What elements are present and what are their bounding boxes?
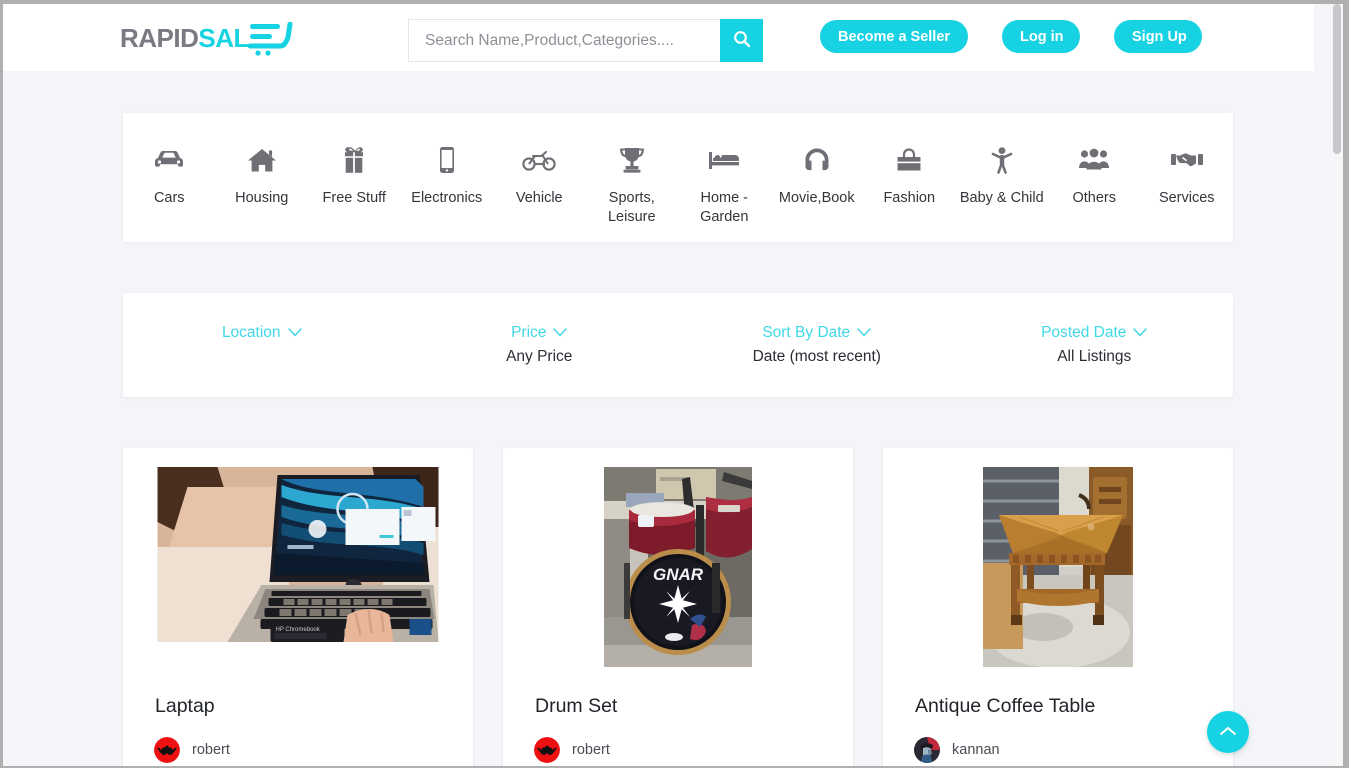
chevron-down-icon <box>553 324 568 342</box>
listing-card[interactable]: HP Chromebook Laptap robert <box>123 448 473 766</box>
filter-posted-value: All Listings <box>1057 348 1132 365</box>
category-item-baby-child[interactable]: Baby & Child <box>956 113 1049 242</box>
category-label: Fashion <box>883 190 936 206</box>
scrollbar-thumb[interactable] <box>1333 4 1341 154</box>
category-label: Services <box>1158 190 1215 206</box>
scroll-to-top-button[interactable] <box>1207 711 1249 753</box>
filter-price[interactable]: Price Any Price <box>401 293 679 397</box>
headphones-icon <box>803 143 831 177</box>
listing-seller[interactable]: robert <box>534 737 610 763</box>
listing-title: Laptap <box>155 695 215 717</box>
category-item-services[interactable]: Services <box>1141 113 1234 242</box>
trophy-icon <box>618 143 646 177</box>
category-item-electronics[interactable]: Electronics <box>401 113 494 242</box>
svg-text:HP Chromebook: HP Chromebook <box>276 627 321 633</box>
car-icon <box>153 143 185 177</box>
filter-panel: Location Price Any Price Sort By Date Da… <box>123 293 1233 397</box>
category-label: Housing <box>235 190 289 206</box>
filter-label: Price <box>511 324 547 341</box>
filter-price-header[interactable]: Price <box>511 324 568 342</box>
filter-location-header[interactable]: Location <box>222 324 302 342</box>
filter-posted-date[interactable]: Posted Date All Listings <box>956 293 1234 397</box>
category-item-sports-leisure[interactable]: Sports, Leisure <box>586 113 679 242</box>
category-item-cars[interactable]: Cars <box>123 113 216 242</box>
page-root: RAPIDSAL Search Name,Product,Categories.… <box>3 4 1314 766</box>
page-scrollbar[interactable] <box>1331 4 1343 766</box>
category-label: Vehicle <box>515 190 563 206</box>
become-a-seller-button[interactable]: Become a Seller <box>820 20 968 53</box>
search-bar <box>408 19 763 62</box>
logo-text-sale: SAL <box>198 22 249 53</box>
chevron-down-icon <box>1133 324 1148 342</box>
svg-text:GNAR: GNAR <box>653 565 704 584</box>
listing-title: Drum Set <box>535 695 618 717</box>
filter-sort-value: Date (most recent) <box>752 348 881 365</box>
filter-label: Sort By Date <box>762 324 851 341</box>
category-item-fashion[interactable]: Fashion <box>863 113 956 242</box>
listing-seller[interactable]: robert <box>154 737 230 763</box>
mobile-phone-icon <box>438 143 456 177</box>
filter-label: Location <box>221 324 281 341</box>
site-header: RAPIDSAL Search Name,Product,Categories.… <box>3 4 1314 71</box>
category-item-movie-book[interactable]: Movie,Book <box>771 113 864 242</box>
category-label: Sports, Leisure <box>607 190 656 225</box>
category-row: Cars Housing Free Stuff Electronics Vehi… <box>123 113 1233 242</box>
category-label: Free Stuff <box>322 190 386 206</box>
category-label: Baby & Child <box>959 190 1044 206</box>
chevron-down-icon <box>857 324 871 342</box>
handshake-icon <box>1170 143 1204 177</box>
coffee-table-photo <box>983 467 1133 667</box>
listing-title: Antique Coffee Table <box>915 695 1096 717</box>
category-label: Home - Garden <box>700 190 749 225</box>
search-button[interactable] <box>720 19 763 62</box>
seller-name: kannan <box>952 742 1000 758</box>
laptop-photo: HP Chromebook <box>157 467 439 642</box>
browser-viewport: RAPIDSAL Search Name,Product,Categories.… <box>3 4 1343 766</box>
category-item-home-garden[interactable]: Home - Garden <box>678 113 771 242</box>
bat-avatar <box>154 737 180 763</box>
drum-set-photo: GNAR <box>604 467 752 667</box>
listing-card[interactable]: Antique Coffee Table kannan <box>883 448 1233 766</box>
listing-grid: HP Chromebook Laptap robert GNAR Drum Se… <box>123 448 1233 766</box>
filter-sort-header[interactable]: Sort By Date <box>762 324 871 342</box>
child-icon <box>989 143 1015 177</box>
person-avatar <box>914 737 940 763</box>
log-in-button[interactable]: Log in <box>1002 20 1080 53</box>
motorcycle-icon <box>522 143 556 177</box>
bat-avatar <box>534 737 560 763</box>
category-panel: Cars Housing Free Stuff Electronics Vehi… <box>123 113 1233 242</box>
site-logo[interactable]: RAPIDSAL <box>120 16 293 60</box>
listing-seller[interactable]: kannan <box>914 737 1000 763</box>
gift-icon <box>340 143 368 177</box>
category-label: Movie,Book <box>778 190 855 206</box>
category-item-vehicle[interactable]: Vehicle <box>493 113 586 242</box>
seller-name: robert <box>572 742 610 758</box>
filter-location[interactable]: Location <box>123 293 401 397</box>
handbag-icon <box>895 143 923 177</box>
category-item-others[interactable]: Others <box>1048 113 1141 242</box>
filter-posted-header[interactable]: Posted Date <box>1041 324 1148 342</box>
category-item-housing[interactable]: Housing <box>216 113 309 242</box>
search-input[interactable] <box>408 19 720 62</box>
chevron-down-icon <box>287 324 302 342</box>
shopping-cart-icon <box>247 21 294 61</box>
category-item-free-stuff[interactable]: Free Stuff <box>308 113 401 242</box>
filter-label: Posted Date <box>1041 324 1127 341</box>
listing-card[interactable]: GNAR Drum Set robert <box>503 448 853 766</box>
category-label: Electronics <box>411 190 483 206</box>
seller-name: robert <box>192 742 230 758</box>
sign-up-button[interactable]: Sign Up <box>1114 20 1202 53</box>
logo-text-rapid: RAPID <box>120 22 199 53</box>
house-icon <box>247 143 277 177</box>
filter-sort-by-date[interactable]: Sort By Date Date (most recent) <box>678 293 956 397</box>
bed-icon <box>708 143 740 177</box>
category-label: Cars <box>153 190 185 206</box>
search-icon <box>733 30 751 51</box>
logo-text: RAPIDSAL <box>120 23 249 54</box>
users-icon <box>1078 143 1110 177</box>
category-label: Others <box>1072 190 1116 206</box>
filter-price-value: Any Price <box>506 348 573 365</box>
chevron-up-icon <box>1219 725 1237 740</box>
